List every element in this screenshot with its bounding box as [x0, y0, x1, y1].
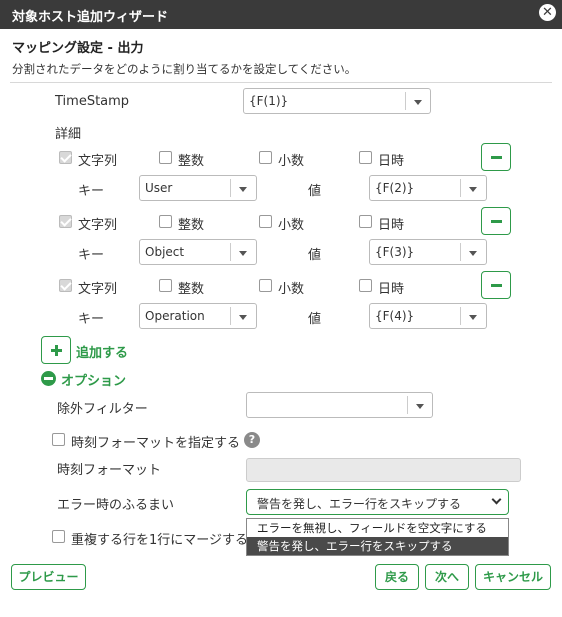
type-datetime-label-1: 日時 [378, 154, 405, 169]
timestamp-label: TimeStamp [55, 94, 130, 109]
checkbox-datetime-1[interactable] [359, 151, 372, 164]
close-icon[interactable]: ✕ [539, 4, 556, 21]
cancel-button[interactable]: キャンセル [475, 564, 551, 590]
value-value-3: {F(4)} [375, 309, 415, 323]
time-format-checkbox[interactable] [52, 433, 65, 446]
key-label-3: キー [78, 312, 105, 327]
key-combo-1[interactable]: User [139, 175, 257, 201]
error-behavior-label: エラー時のふるまい [57, 498, 175, 513]
dropdown-arrow-icon [414, 100, 422, 105]
dropdown-option[interactable]: エラーを無視し、フィールドを空文字にする [247, 519, 508, 537]
checkbox-int-1[interactable] [159, 151, 172, 164]
remove-row-button-1[interactable] [481, 143, 511, 171]
type-string-label-1: 文字列 [78, 154, 118, 169]
value-label-2: 値 [308, 248, 322, 263]
checkbox-datetime-2[interactable] [359, 215, 372, 228]
checkbox-datetime-3[interactable] [359, 279, 372, 292]
error-behavior-dropdown: エラーを無視し、フィールドを空文字にする 警告を発し、エラー行をスキップする [246, 518, 509, 556]
value-label-3: 値 [308, 312, 322, 327]
checkbox-decimal-2[interactable] [259, 215, 272, 228]
key-label-2: キー [78, 248, 105, 263]
checkbox-int-3[interactable] [159, 279, 172, 292]
exclude-filter-label: 除外フィルター [57, 402, 148, 417]
exclude-filter-combo[interactable] [246, 392, 433, 418]
next-button[interactable]: 次へ [425, 564, 469, 590]
type-string-label-2: 文字列 [78, 218, 118, 233]
checkbox-string-2[interactable] [59, 215, 72, 228]
checkbox-decimal-1[interactable] [259, 151, 272, 164]
checkbox-string-1[interactable] [59, 151, 72, 164]
collapse-options-icon[interactable] [41, 371, 56, 386]
key-combo-2[interactable]: Object [139, 239, 257, 265]
key-label-1: キー [78, 184, 105, 199]
value-label-1: 値 [308, 184, 322, 199]
type-decimal-label-2: 小数 [278, 218, 305, 233]
value-value-2: {F(3)} [375, 245, 415, 259]
dropdown-option-selected[interactable]: 警告を発し、エラー行をスキップする [247, 537, 508, 555]
checkbox-int-2[interactable] [159, 215, 172, 228]
checkbox-decimal-3[interactable] [259, 279, 272, 292]
type-string-label-3: 文字列 [78, 282, 118, 297]
help-icon[interactable]: ? [244, 432, 260, 448]
merge-duplicates-checkbox[interactable] [52, 530, 65, 543]
dropdown-arrow-icon [416, 404, 424, 409]
dropdown-arrow-icon [469, 315, 477, 320]
error-behavior-select[interactable]: 警告を発し、エラー行をスキップする [246, 489, 509, 515]
value-combo-2[interactable]: {F(3)} [369, 239, 487, 265]
checkbox-string-3[interactable] [59, 279, 72, 292]
options-label[interactable]: オプション [61, 370, 126, 389]
type-int-label-2: 整数 [178, 218, 205, 233]
key-value-2: Object [145, 245, 185, 259]
preview-button[interactable]: プレビュー [11, 564, 86, 590]
key-value-3: Operation [145, 309, 205, 323]
key-combo-3[interactable]: Operation [139, 303, 257, 329]
chevron-down-icon [491, 494, 502, 505]
type-int-label-1: 整数 [178, 154, 205, 169]
back-button[interactable]: 戻る [375, 564, 419, 590]
remove-row-button-2[interactable] [481, 207, 511, 235]
add-row-button[interactable] [41, 336, 71, 364]
type-decimal-label-3: 小数 [278, 282, 305, 297]
section-description: 分割されたデータをどのように割り当てるかを設定してください。 [12, 62, 357, 76]
add-row-label[interactable]: 追加する [76, 342, 128, 361]
remove-row-button-3[interactable] [481, 271, 511, 299]
type-decimal-label-1: 小数 [278, 154, 305, 169]
dropdown-arrow-icon [239, 315, 247, 320]
key-value-1: User [145, 181, 173, 195]
window-title: 対象ホスト追加ウィザード [12, 10, 169, 25]
merge-duplicates-label: 重複する行を1行にマージする [71, 533, 249, 548]
time-format-label: 時刻フォーマット [57, 463, 162, 478]
dropdown-arrow-icon [469, 187, 477, 192]
dropdown-arrow-icon [239, 251, 247, 256]
type-datetime-label-3: 日時 [378, 282, 405, 297]
value-value-1: {F(2)} [375, 181, 415, 195]
value-combo-3[interactable]: {F(4)} [369, 303, 487, 329]
time-format-input [246, 458, 521, 482]
details-label: 詳細 [55, 127, 82, 142]
type-int-label-3: 整数 [178, 282, 205, 297]
error-behavior-selected: 警告を発し、エラー行をスキップする [257, 497, 462, 511]
timestamp-value: {F(1)} [249, 94, 289, 108]
type-datetime-label-2: 日時 [378, 218, 405, 233]
time-format-toggle-label: 時刻フォーマットを指定する [71, 436, 241, 451]
value-combo-1[interactable]: {F(2)} [369, 175, 487, 201]
title-bar: 対象ホスト追加ウィザード ✕ [0, 0, 562, 29]
dropdown-arrow-icon [469, 251, 477, 256]
timestamp-combo[interactable]: {F(1)} [243, 88, 431, 114]
divider [10, 82, 552, 83]
section-title: マッピング設定 - 出力 [12, 41, 144, 56]
dropdown-arrow-icon [239, 187, 247, 192]
